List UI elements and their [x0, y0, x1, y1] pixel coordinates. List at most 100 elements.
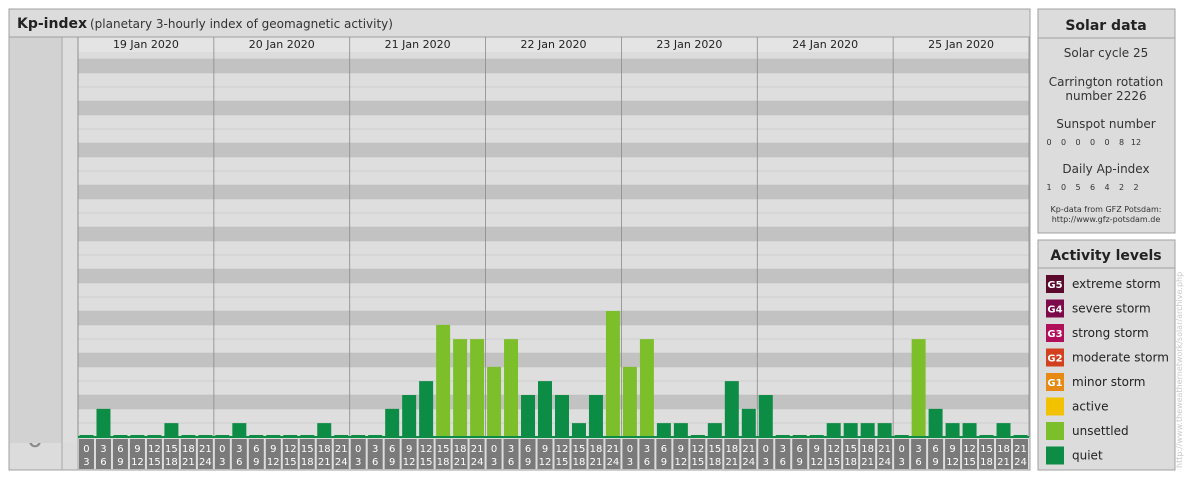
solar-value: 8	[1119, 138, 1124, 147]
hour-end-label: 24	[199, 457, 212, 468]
minor-label-column	[62, 37, 78, 443]
hour-end-label: 3	[219, 457, 225, 468]
band-dark	[78, 101, 1029, 115]
band-dark	[78, 395, 1029, 409]
hour-end-label: 3	[763, 457, 769, 468]
hour-start-label: 0	[763, 444, 769, 455]
hour-end-label: 21	[182, 457, 195, 468]
hour-end-label: 6	[780, 457, 786, 468]
band-dark	[78, 269, 1029, 283]
legend-badge: G5	[1047, 280, 1062, 291]
hour-end-label: 21	[997, 457, 1010, 468]
hour-end-label: 9	[253, 457, 259, 468]
hour-end-label: 9	[661, 457, 667, 468]
hour-end-label: 18	[980, 457, 993, 468]
hour-start-label: 9	[949, 444, 955, 455]
hour-start-label: 18	[318, 444, 331, 455]
watermark: http://www.theweathernetwork/solar/archi…	[1175, 272, 1184, 468]
kp-bar	[96, 408, 111, 437]
hour-end-label: 15	[148, 457, 161, 468]
carrington-line1: Carrington rotation	[1049, 75, 1163, 89]
hour-end-label: 24	[335, 457, 348, 468]
hour-end-label: 6	[372, 457, 378, 468]
hour-start-label: 15	[165, 444, 178, 455]
hour-end-label: 12	[403, 457, 416, 468]
kp-bar	[877, 423, 892, 437]
hour-start-label: 18	[454, 444, 467, 455]
hour-end-label: 24	[607, 457, 620, 468]
band-dark	[78, 353, 1029, 367]
kp-bar	[402, 395, 417, 437]
kp-bar	[962, 423, 977, 437]
day-label: 20 Jan 2020	[249, 38, 315, 51]
hour-start-label: 6	[525, 444, 531, 455]
hour-start-label: 12	[691, 444, 704, 455]
hour-end-label: 6	[644, 457, 650, 468]
hour-end-label: 15	[963, 457, 976, 468]
day-label: 24 Jan 2020	[792, 38, 858, 51]
source-line2[interactable]: http://www.gfz-potsdam.de	[1052, 215, 1161, 224]
hour-end-label: 15	[827, 457, 840, 468]
hour-end-label: 9	[117, 457, 123, 468]
kp-bar	[232, 423, 247, 437]
band-dark	[78, 143, 1029, 157]
hour-start-label: 15	[437, 444, 450, 455]
hour-end-label: 18	[437, 457, 450, 468]
kp-bar	[741, 408, 756, 437]
hour-start-label: 12	[556, 444, 569, 455]
kp-bar	[911, 339, 926, 437]
kp-bar	[605, 311, 620, 437]
hour-end-label: 6	[100, 457, 106, 468]
kp-bar	[673, 423, 688, 437]
hour-end-label: 18	[165, 457, 178, 468]
hour-end-label: 9	[797, 457, 803, 468]
hour-start-label: 0	[898, 444, 904, 455]
hour-start-label: 3	[100, 444, 106, 455]
hour-start-label: 0	[83, 444, 89, 455]
hour-end-label: 3	[898, 457, 904, 468]
day-label: 19 Jan 2020	[113, 38, 179, 51]
hour-end-label: 21	[725, 457, 738, 468]
solar-value: 2	[1133, 183, 1138, 192]
hour-end-label: 3	[355, 457, 361, 468]
plot-background	[9, 36, 1030, 470]
hour-end-label: 21	[861, 457, 874, 468]
hour-end-label: 6	[915, 457, 921, 468]
hour-end-label: 15	[556, 457, 569, 468]
hour-start-label: 12	[827, 444, 840, 455]
hour-start-label: 21	[607, 444, 620, 455]
hour-start-label: 9	[814, 444, 820, 455]
hour-end-label: 18	[301, 457, 314, 468]
kp-bar	[538, 381, 552, 437]
legend-swatch	[1046, 446, 1064, 465]
hour-start-label: 18	[861, 444, 874, 455]
solar-value: 0	[1075, 138, 1080, 147]
kp-bar	[622, 366, 637, 437]
hour-end-label: 12	[946, 457, 959, 468]
hour-end-label: 15	[284, 457, 297, 468]
day-label: 21 Jan 2020	[385, 38, 451, 51]
hour-end-label: 3	[83, 457, 89, 468]
kp-bar	[860, 423, 875, 437]
hour-start-label: 21	[742, 444, 755, 455]
kp-bar	[724, 381, 739, 437]
legend-swatch	[1046, 397, 1064, 416]
solar-value: 0	[1046, 138, 1051, 147]
legend-label: quiet	[1072, 449, 1103, 463]
hour-end-label: 12	[267, 457, 280, 468]
kp-bar	[164, 423, 179, 437]
band-dark	[78, 311, 1029, 325]
hour-start-label: 3	[372, 444, 378, 455]
hour-start-label: 9	[406, 444, 412, 455]
hour-start-label: 21	[471, 444, 484, 455]
carrington-line2: number 2226	[1065, 89, 1146, 103]
hour-end-label: 15	[691, 457, 704, 468]
day-label: 25 Jan 2020	[928, 38, 994, 51]
hour-end-label: 12	[674, 457, 687, 468]
hour-start-label: 3	[915, 444, 921, 455]
solar-value: 1	[1046, 183, 1051, 192]
solar-value: 2	[1119, 183, 1124, 192]
hour-start-label: 15	[573, 444, 586, 455]
legend-label: minor storm	[1072, 375, 1145, 389]
hour-start-label: 15	[301, 444, 314, 455]
